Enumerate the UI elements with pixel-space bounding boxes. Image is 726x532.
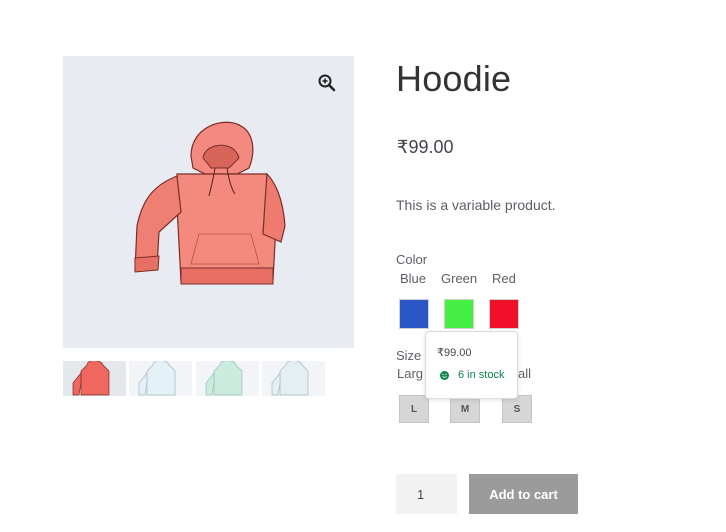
size-option-names-right: all [518, 366, 532, 381]
thumbnail-hoodie-1 [80, 361, 110, 396]
add-to-cart-button[interactable]: Add to cart [469, 474, 578, 514]
product-main-image[interactable] [63, 56, 354, 348]
size-button-small[interactable]: S [502, 395, 532, 423]
color-label: Color [396, 252, 428, 267]
quantity-input[interactable] [396, 474, 457, 514]
thumbnail-hoodie-4 [279, 361, 309, 396]
size-option-names-left: Larg [397, 366, 424, 381]
zoom-icon[interactable] [318, 74, 336, 92]
color-swatch-green[interactable] [444, 299, 474, 329]
size-label: Size [396, 348, 422, 363]
thumbnail-hoodie-2 [146, 361, 176, 396]
gallery-thumbnail-4[interactable] [262, 361, 325, 396]
color-swatch-blue[interactable] [399, 299, 429, 329]
gallery-thumbnail-3[interactable] [196, 361, 259, 396]
swatch-name-red: Red [492, 271, 516, 286]
product-title: Hoodie [396, 58, 512, 99]
size-button-large[interactable]: L [399, 395, 429, 423]
hoodie-illustration [134, 121, 286, 285]
smiley-icon [440, 370, 449, 380]
variation-tooltip: ₹99.00 6 in stock [425, 331, 518, 399]
product-price: ₹99.00 [397, 137, 454, 157]
tooltip-price: ₹99.00 [437, 347, 472, 359]
product-description: This is a variable product. [396, 197, 556, 213]
gallery-thumbnail-2[interactable] [129, 361, 192, 396]
swatch-name-green: Green [441, 271, 478, 286]
swatch-name-blue: Blue [400, 271, 427, 286]
color-swatch-red[interactable] [489, 299, 519, 329]
thumbnail-hoodie-3 [213, 361, 243, 396]
tooltip-stock: 6 in stock [440, 369, 504, 381]
tooltip-stock-text: 6 in stock [458, 369, 505, 381]
gallery-thumbnail-1[interactable] [63, 361, 126, 396]
size-button-medium[interactable]: M [450, 395, 480, 423]
